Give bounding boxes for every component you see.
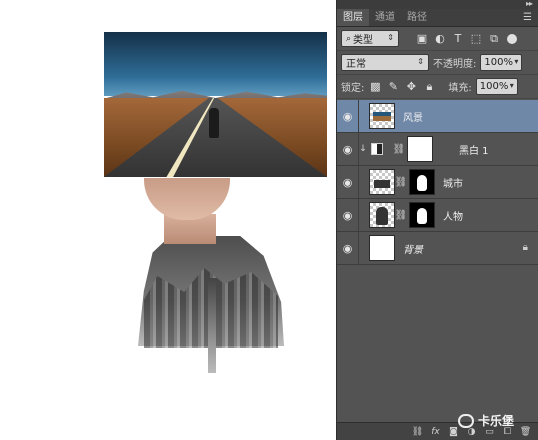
opacity-field[interactable]: 100% ▾ — [480, 54, 523, 71]
chevron-icon: ⇕ — [387, 33, 394, 42]
chevron-icon: ⇕ — [417, 57, 424, 66]
mask-link-icon[interactable]: ⛓ — [395, 177, 408, 188]
document-canvas[interactable] — [0, 0, 336, 440]
portrait-face — [144, 178, 230, 220]
fill-value: 100% — [479, 81, 509, 92]
lock-transparent-icon[interactable]: ▩ — [368, 80, 382, 94]
fill-field[interactable]: 100% ▾ — [475, 78, 518, 95]
filter-kind-select[interactable]: ⌕ 类型 ⇕ — [341, 30, 399, 47]
collapse-icon[interactable]: ▸▸ — [526, 0, 533, 8]
filter-kind-value: 类型 — [353, 35, 374, 46]
layer-row-landscape[interactable]: ◉ 风景 — [337, 99, 538, 133]
layer-thumbnail — [369, 103, 395, 129]
landscape-photo — [104, 32, 327, 177]
layers-list: ◉ 风景 ◉ ↓ ⛓ 黑白 1 ◉ ⛓ 城市 ◉ ⛓ 人物 ◉ 背景 🔒︎ — [337, 99, 538, 265]
opacity-label: 不透明度: — [433, 59, 477, 70]
chevron-down-icon: ▾ — [514, 57, 519, 66]
lock-brush-icon[interactable]: ✎ — [386, 80, 400, 94]
panel-tabs: 图层 通道 路径 ☰ — [337, 9, 538, 27]
clipping-arrow-icon: ↓ — [359, 144, 367, 154]
wechat-icon — [458, 413, 474, 428]
layer-name: 人物 — [443, 211, 463, 223]
panel-header-strip: ▸▸ — [337, 0, 538, 9]
photo-walker — [209, 108, 219, 138]
fill-label: 填充: — [448, 83, 472, 94]
watermark-text: 卡乐堡 — [478, 414, 515, 428]
visibility-eye-icon[interactable]: ◉ — [337, 99, 359, 133]
lock-all-icon[interactable]: 🔒︎ — [422, 80, 436, 94]
watermark: 卡乐堡 — [458, 412, 514, 429]
photo-sky — [104, 32, 327, 96]
lock-move-icon[interactable]: ✥ — [404, 80, 418, 94]
opacity-value: 100% — [484, 57, 513, 68]
blend-mode-select[interactable]: 正常 ⇕ — [341, 54, 429, 71]
fx-icon[interactable]: fx — [429, 425, 442, 438]
link-layers-icon[interactable]: ⛓ — [411, 425, 424, 438]
filter-toggle-icon[interactable] — [505, 32, 519, 46]
pixel-filter-icon[interactable]: ▣ — [415, 32, 429, 46]
layer-name: 背景 — [403, 244, 423, 256]
layer-name: 黑白 1 — [459, 145, 489, 157]
layer-mask-thumbnail — [409, 169, 435, 195]
layer-thumbnail — [369, 169, 395, 195]
smart-object-filter-icon[interactable]: ⧉ — [487, 32, 501, 46]
layer-row-black-white[interactable]: ◉ ↓ ⛓ 黑白 1 — [337, 132, 538, 166]
filter-row: ⌕ 类型 ⇕ ▣ ◐ T ⬚ ⧉ — [337, 27, 538, 51]
tab-channels[interactable]: 通道 — [369, 9, 401, 26]
layer-row-person[interactable]: ◉ ⛓ 人物 — [337, 198, 538, 232]
layer-row-city[interactable]: ◉ ⛓ 城市 — [337, 165, 538, 199]
blend-mode-value: 正常 — [346, 59, 366, 70]
visibility-eye-icon[interactable]: ◉ — [337, 231, 359, 265]
search-icon: ⌕ — [346, 33, 352, 44]
layer-thumbnail — [369, 235, 395, 261]
lock-label: 锁定: — [341, 83, 365, 94]
double-exposure-portrait — [138, 178, 288, 378]
trash-icon[interactable]: 🗑︎ — [519, 425, 532, 438]
blend-row: 正常 ⇕ 不透明度: 100% ▾ — [337, 51, 538, 75]
mask-link-icon[interactable]: ⛓ — [393, 144, 406, 155]
adjustment-mask-thumbnail — [407, 136, 433, 162]
layer-mask-thumbnail — [409, 202, 435, 228]
tab-paths[interactable]: 路径 — [401, 9, 433, 26]
layer-lock-icon: 🔒︎ — [522, 242, 528, 253]
layer-name: 城市 — [443, 178, 463, 190]
tab-layers[interactable]: 图层 — [337, 9, 369, 26]
layer-name: 风景 — [403, 112, 423, 124]
lock-row: 锁定: ▩ ✎ ✥ 🔒︎ 填充: 100% ▾ — [337, 75, 538, 99]
visibility-eye-icon[interactable]: ◉ — [337, 132, 359, 166]
visibility-eye-icon[interactable]: ◉ — [337, 198, 359, 232]
chevron-down-icon: ▾ — [509, 81, 514, 90]
panel-menu-icon[interactable]: ☰ — [523, 12, 532, 23]
visibility-eye-icon[interactable]: ◉ — [337, 165, 359, 199]
layers-panel: ▸▸ 图层 通道 路径 ☰ ⌕ 类型 ⇕ ▣ ◐ T ⬚ ⧉ 正常 ⇕ 不透明度… — [336, 0, 538, 440]
type-filter-icon[interactable]: T — [451, 32, 465, 46]
layer-thumbnail — [369, 202, 395, 228]
layer-row-background[interactable]: ◉ 背景 🔒︎ — [337, 231, 538, 265]
portrait-tower — [208, 278, 216, 373]
black-white-adjustment-icon — [371, 143, 383, 155]
mask-link-icon[interactable]: ⛓ — [395, 210, 408, 221]
adjustment-filter-icon[interactable]: ◐ — [433, 32, 447, 46]
shape-filter-icon[interactable]: ⬚ — [469, 32, 483, 46]
